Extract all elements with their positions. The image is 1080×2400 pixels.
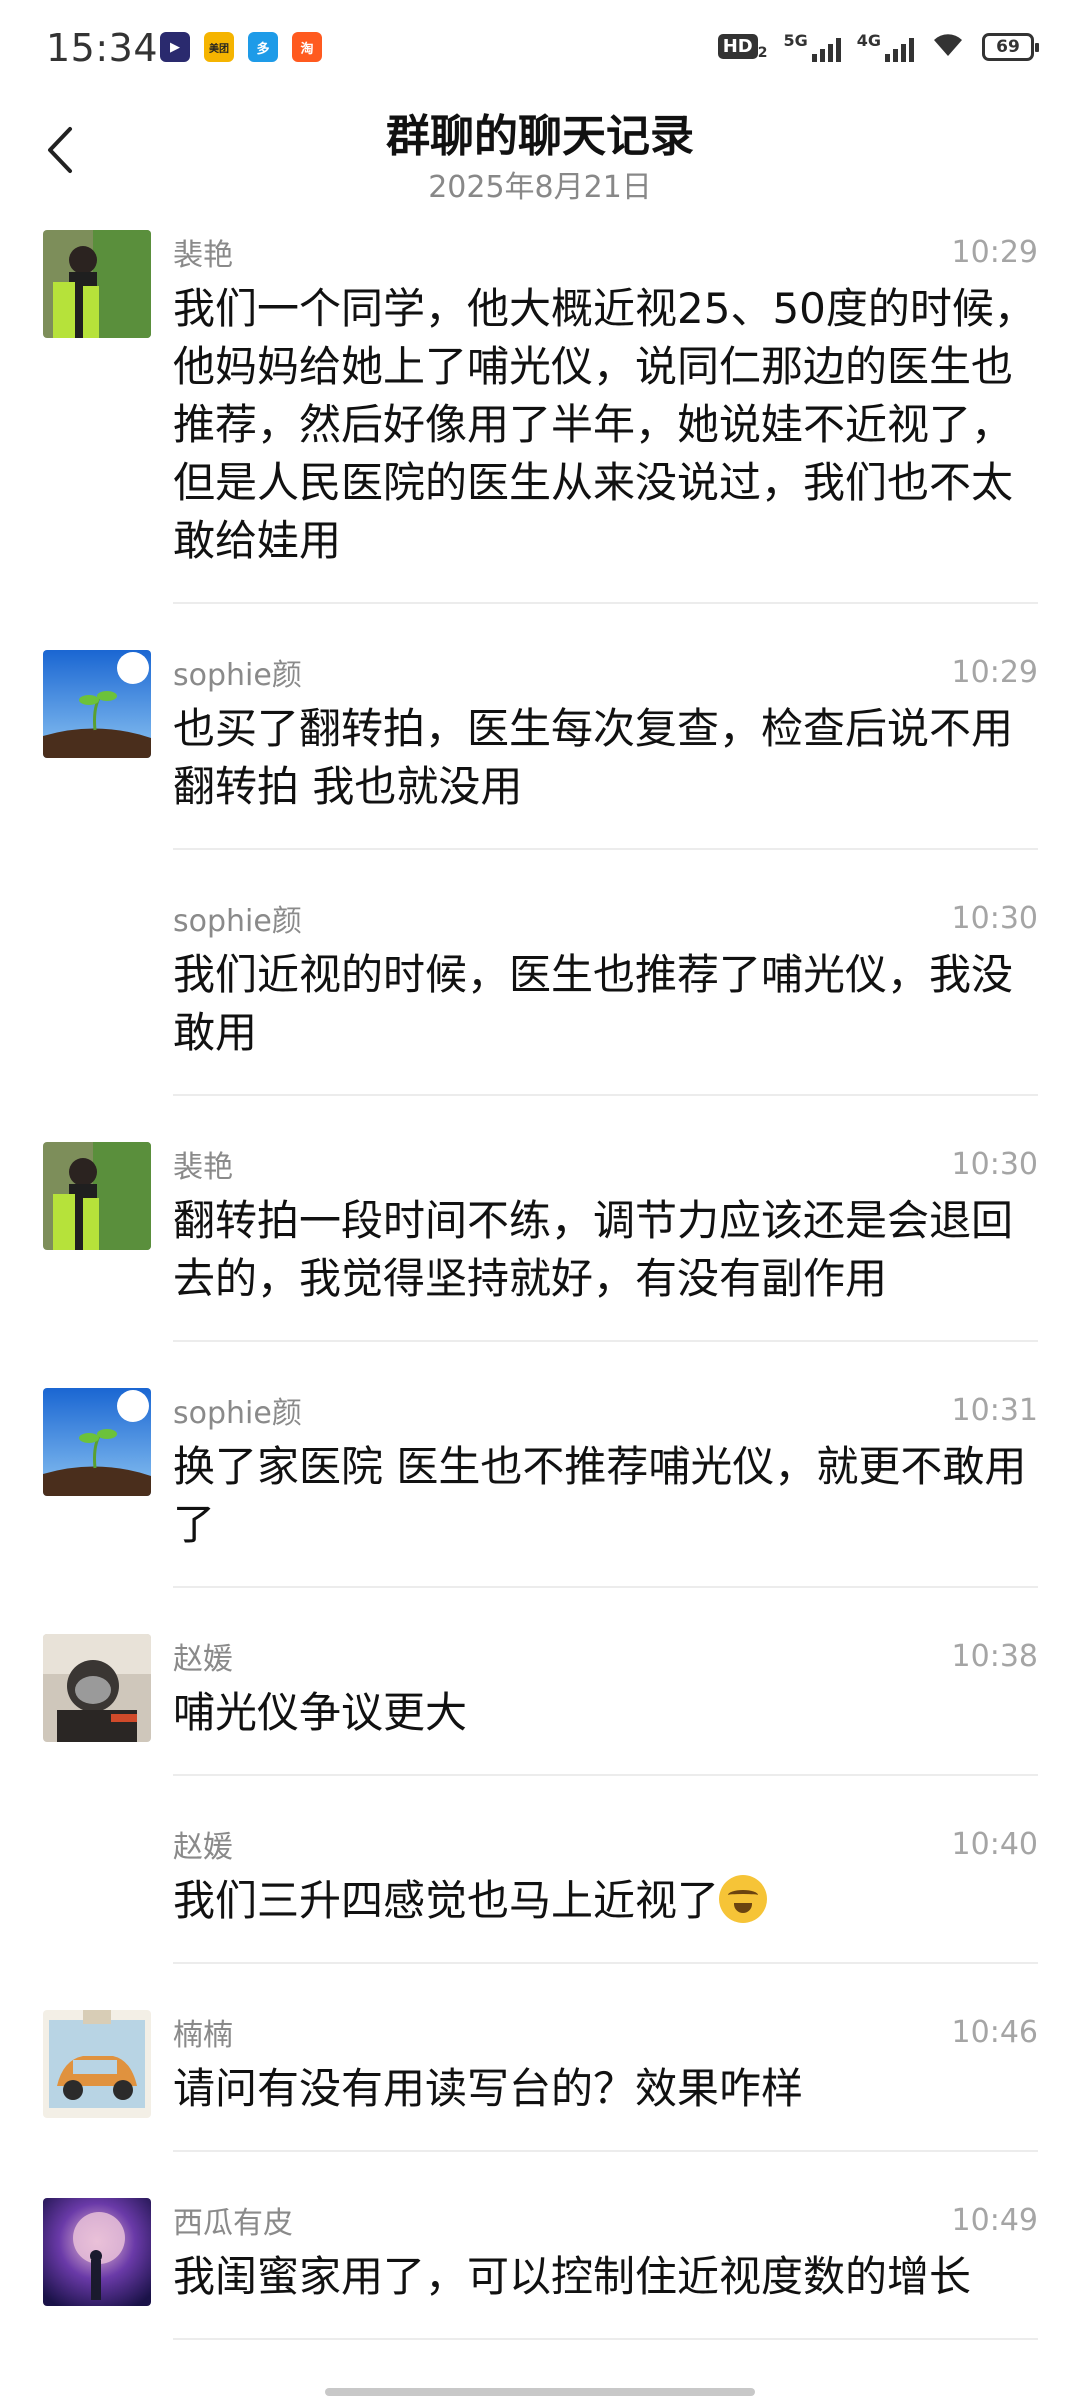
hd-icon: HD 2: [717, 33, 767, 61]
message-text: 我们三升四感觉也马上近视了: [173, 1872, 1038, 1930]
wifi-icon: [930, 30, 966, 63]
page-title: 群聊的聊天记录: [386, 111, 694, 162]
message-item[interactable]: 楠楠 10:46 请问有没有用读写台的？效果咋样: [0, 2002, 1080, 2152]
sender-name: 裴艳: [173, 1150, 233, 1185]
avatar[interactable]: [43, 650, 151, 758]
message-time: 10:40: [951, 1826, 1038, 1862]
scroll-indicator[interactable]: [325, 2388, 755, 2396]
avatar[interactable]: [43, 2198, 151, 2306]
message-text: 我闺蜜家用了，可以控制住近视度数的增长: [173, 2252, 972, 2301]
video-app-icon: ▶: [160, 32, 190, 62]
message-time: 10:29: [951, 234, 1038, 270]
message-item[interactable]: 裴艳 10:29 我们一个同学，他大概近视25、50度的时候，他妈妈给她上了哺光…: [0, 222, 1080, 604]
message-text: 哺光仪争议更大: [173, 1688, 468, 1737]
avatar[interactable]: [43, 1142, 151, 1250]
message-text: 翻转拍一段时间不练，调节力应该还是会退回去的，我觉得坚持就好，有没有副作用: [173, 1196, 1014, 1303]
sender-name: 赵媛: [173, 1642, 233, 1677]
meituan-app-icon: 美团: [204, 32, 234, 62]
sender-name: 裴艳: [173, 238, 233, 273]
avatar[interactable]: [43, 230, 151, 338]
signal-4g-icon: 4G: [857, 31, 914, 62]
avatar[interactable]: [43, 1388, 151, 1496]
avatar[interactable]: [43, 2010, 151, 2118]
chat-record-header: 群聊的聊天记录 2025年8月21日: [0, 100, 1080, 210]
avatar[interactable]: [43, 1634, 151, 1742]
message-item[interactable]: 赵媛 10:40 我们三升四感觉也马上近视了: [0, 1814, 1080, 1964]
status-bar: 15:34 ▶ 美团 多 淘 HD 2 5G 4G 69: [0, 0, 1080, 100]
sender-name: 楠楠: [173, 2018, 233, 2053]
message-item[interactable]: sophie颜 10:30 我们近视的时候，医生也推荐了哺光仪，我没敢用: [0, 888, 1080, 1096]
message-item[interactable]: 赵媛 10:38 哺光仪争议更大: [0, 1626, 1080, 1776]
duoduo-app-icon: 多: [248, 32, 278, 62]
notification-icons: ▶ 美团 多 淘: [160, 32, 322, 62]
page-date: 2025年8月21日: [428, 170, 652, 205]
message-item[interactable]: sophie颜 10:31 换了家医院 医生也不推荐哺光仪，就更不敢用了: [0, 1380, 1080, 1588]
message-time: 10:29: [951, 654, 1038, 690]
message-time: 10:31: [951, 1392, 1038, 1428]
message-item[interactable]: 裴艳 10:30 翻转拍一段时间不练，调节力应该还是会退回去的，我觉得坚持就好，…: [0, 1134, 1080, 1342]
message-text: 我们一个同学，他大概近视25、50度的时候，他妈妈给她上了哺光仪，说同仁那边的医…: [173, 284, 1036, 565]
sender-name: 赵媛: [173, 1830, 233, 1865]
message-list[interactable]: 裴艳 10:29 我们一个同学，他大概近视25、50度的时候，他妈妈给她上了哺光…: [0, 222, 1080, 2340]
message-item[interactable]: 西瓜有皮 10:49 我闺蜜家用了，可以控制住近视度数的增长: [0, 2190, 1080, 2340]
message-time: 10:30: [951, 900, 1038, 936]
sender-name: 西瓜有皮: [173, 2206, 293, 2241]
system-icons: HD 2 5G 4G 69: [717, 30, 1039, 63]
status-time: 15:34: [46, 26, 159, 70]
message-time: 10:46: [951, 2014, 1038, 2050]
message-text: 换了家医院 医生也不推荐哺光仪，就更不敢用了: [173, 1442, 1027, 1549]
sender-name: sophie颜: [173, 904, 302, 939]
message-text: 也买了翻转拍，医生每次复查，检查后说不用翻转拍 我也就没用: [173, 704, 1014, 811]
sender-name: sophie颜: [173, 1396, 302, 1431]
message-time: 10:49: [951, 2202, 1038, 2238]
signal-5g-icon: 5G: [783, 31, 841, 62]
message-time: 10:38: [951, 1638, 1038, 1674]
taobao-app-icon: 淘: [292, 32, 322, 62]
message-text: 我们近视的时候，医生也推荐了哺光仪，我没敢用: [173, 950, 1014, 1057]
message-text: 请问有没有用读写台的？效果咋样: [173, 2064, 804, 2113]
message-time: 10:30: [951, 1146, 1038, 1182]
message-item[interactable]: sophie颜 10:29 也买了翻转拍，医生每次复查，检查后说不用翻转拍 我也…: [0, 642, 1080, 850]
crying-laughing-emoji-icon: [719, 1875, 768, 1923]
battery-icon: 69: [982, 32, 1039, 61]
sender-name: sophie颜: [173, 658, 302, 693]
